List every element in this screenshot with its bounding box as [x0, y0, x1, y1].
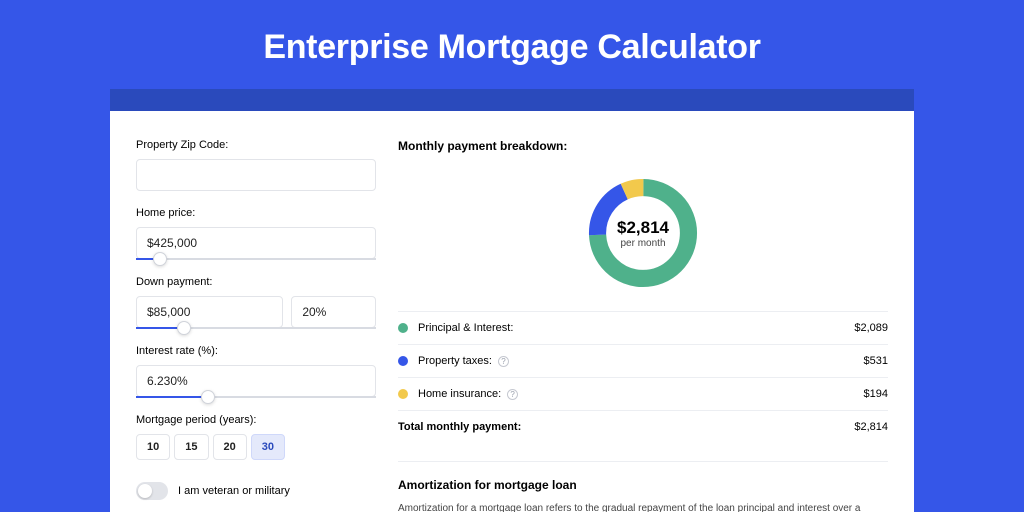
legend-label: Principal & Interest:	[418, 322, 854, 334]
legend-dot	[398, 356, 408, 366]
donut-center: $2,814 per month	[583, 173, 703, 293]
down-payment-label: Down payment:	[136, 276, 376, 288]
calculator-card: Property Zip Code: Home price: Down paym…	[110, 111, 914, 512]
total-row: Total monthly payment: $2,814	[398, 411, 888, 443]
legend: Principal & Interest:$2,089Property taxe…	[398, 311, 888, 411]
zip-label: Property Zip Code:	[136, 139, 376, 151]
donut-value: $2,814	[617, 218, 669, 238]
veteran-row: I am veteran or military	[136, 482, 376, 500]
legend-row: Property taxes:?$531	[398, 345, 888, 378]
legend-value: $2,089	[854, 322, 888, 334]
home-price-slider[interactable]	[136, 258, 376, 260]
veteran-label: I am veteran or military	[178, 485, 290, 497]
period-button-15[interactable]: 15	[174, 434, 208, 460]
page-title: Enterprise Mortgage Calculator	[0, 0, 1024, 89]
donut-chart: $2,814 per month	[583, 173, 703, 293]
veteran-toggle[interactable]	[136, 482, 168, 500]
inputs-panel: Property Zip Code: Home price: Down paym…	[136, 139, 376, 512]
results-panel: Monthly payment breakdown: $2,814 per mo…	[398, 139, 888, 512]
legend-row: Home insurance:?$194	[398, 378, 888, 411]
down-payment-pct-input[interactable]	[291, 296, 376, 328]
down-payment-field: Down payment:	[136, 276, 376, 329]
slider-thumb[interactable]	[177, 321, 191, 335]
legend-label: Property taxes:?	[418, 355, 864, 367]
help-icon[interactable]: ?	[507, 389, 518, 400]
donut-sub: per month	[620, 238, 665, 249]
slider-thumb[interactable]	[153, 252, 167, 266]
breakdown-title: Monthly payment breakdown:	[398, 139, 888, 153]
slider-thumb[interactable]	[201, 390, 215, 404]
down-payment-input[interactable]	[136, 296, 283, 328]
interest-label: Interest rate (%):	[136, 345, 376, 357]
legend-value: $194	[864, 388, 888, 400]
period-buttons: 10152030	[136, 434, 376, 460]
header-accent-bar	[110, 89, 914, 111]
amortization-body: Amortization for a mortgage loan refers …	[398, 502, 888, 512]
total-value: $2,814	[854, 421, 888, 433]
legend-row: Principal & Interest:$2,089	[398, 312, 888, 345]
period-button-30[interactable]: 30	[251, 434, 285, 460]
period-label: Mortgage period (years):	[136, 414, 376, 426]
zip-field: Property Zip Code:	[136, 139, 376, 191]
interest-field: Interest rate (%):	[136, 345, 376, 398]
legend-label: Home insurance:?	[418, 388, 864, 400]
amortization-title: Amortization for mortgage loan	[398, 478, 888, 492]
amortization-section: Amortization for mortgage loan Amortizat…	[398, 461, 888, 512]
interest-input[interactable]	[136, 365, 376, 397]
legend-value: $531	[864, 355, 888, 367]
period-button-10[interactable]: 10	[136, 434, 170, 460]
toggle-knob	[138, 484, 152, 498]
zip-input[interactable]	[136, 159, 376, 191]
slider-fill	[136, 396, 208, 398]
legend-dot	[398, 323, 408, 333]
total-label: Total monthly payment:	[398, 421, 854, 433]
interest-slider[interactable]	[136, 396, 376, 398]
home-price-label: Home price:	[136, 207, 376, 219]
period-field: Mortgage period (years): 10152030	[136, 414, 376, 460]
donut-chart-wrap: $2,814 per month	[398, 165, 888, 311]
legend-dot	[398, 389, 408, 399]
home-price-input[interactable]	[136, 227, 376, 259]
down-payment-slider[interactable]	[136, 327, 376, 329]
help-icon[interactable]: ?	[498, 356, 509, 367]
period-button-20[interactable]: 20	[213, 434, 247, 460]
home-price-field: Home price:	[136, 207, 376, 260]
